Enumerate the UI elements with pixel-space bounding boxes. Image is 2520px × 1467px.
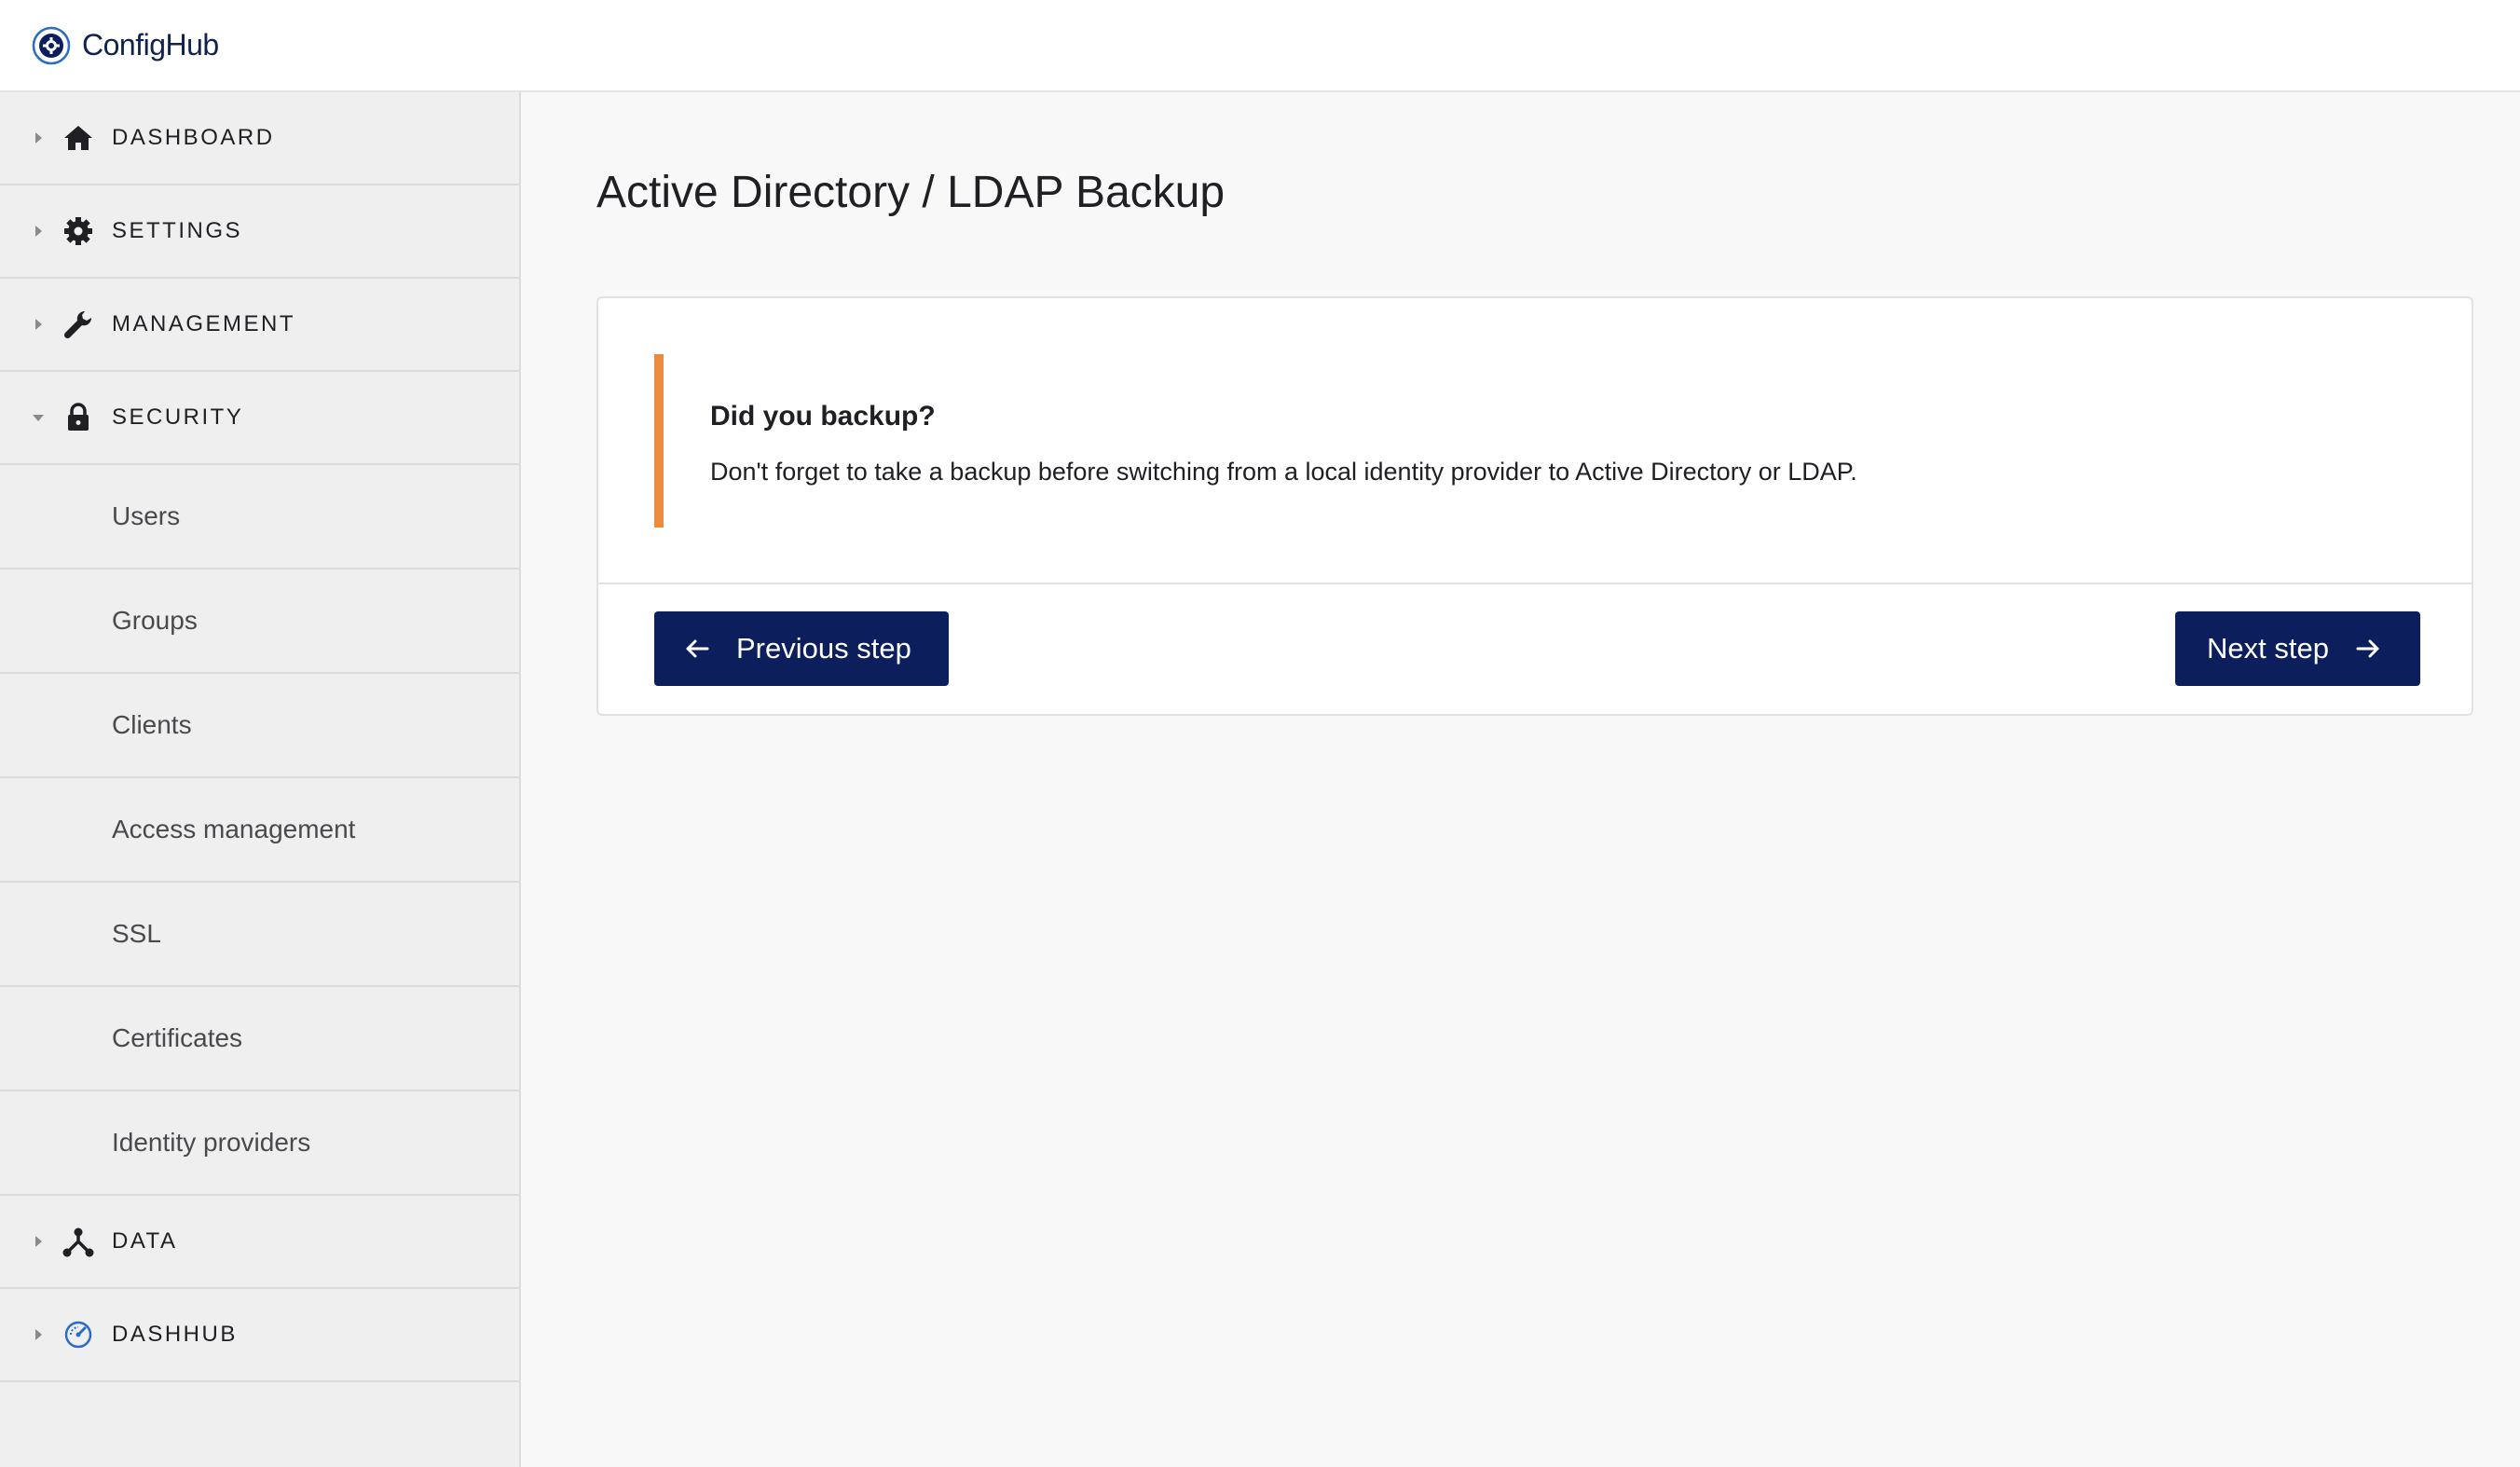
- confighub-logo-icon: [32, 26, 71, 64]
- sidebar-section-dashboard[interactable]: DASHBOARD: [0, 92, 519, 185]
- previous-step-label: Previous step: [736, 632, 911, 665]
- lock-icon: [62, 401, 95, 434]
- caret-right-icon: [32, 1325, 45, 1344]
- sidebar-section-data[interactable]: DATA: [0, 1196, 519, 1289]
- notice-title: Did you backup?: [710, 401, 936, 432]
- caret-right-icon: [32, 315, 45, 334]
- sidebar-section-settings[interactable]: SETTINGS: [0, 185, 519, 279]
- sidebar-section-security[interactable]: SECURITY: [0, 372, 519, 465]
- caret-down-icon: [32, 408, 45, 427]
- confighub-logo[interactable]: ConfigHub: [32, 26, 219, 65]
- sidebar-item-users[interactable]: Users: [0, 465, 519, 569]
- sidebar-item-identity-providers[interactable]: Identity providers: [0, 1091, 519, 1196]
- sidebar-section-label: DASHHUB: [112, 1322, 238, 1347]
- sidebar-section-label: MANAGEMENT: [112, 311, 296, 336]
- sidebar-section-label: DASHBOARD: [112, 125, 275, 150]
- wrench-icon: [62, 308, 95, 341]
- backup-notice: Did you backup? Don't forget to take a b…: [654, 354, 2416, 528]
- main-content: Active Directory / LDAP Backup Did you b…: [523, 92, 2520, 1467]
- notice-body: Don't forget to take a backup before swi…: [710, 458, 1857, 486]
- sidebar-item-groups[interactable]: Groups: [0, 569, 519, 674]
- sidebar-section-label: SETTINGS: [112, 218, 243, 243]
- sidebar-item-access-management[interactable]: Access management: [0, 778, 519, 883]
- sidebar-section-label: SECURITY: [112, 404, 244, 430]
- next-step-label: Next step: [2207, 632, 2329, 665]
- card-divider: [598, 583, 2472, 584]
- caret-right-icon: [32, 129, 45, 147]
- next-step-button[interactable]: Next step: [2175, 611, 2420, 686]
- caret-right-icon: [32, 1232, 45, 1251]
- gear-icon: [62, 214, 95, 248]
- dashhub-icon: [62, 1318, 95, 1351]
- logo-text: ConfigHub: [82, 28, 219, 62]
- logo-text-config: Config: [82, 28, 166, 62]
- wizard-card: Did you backup? Don't forget to take a b…: [596, 296, 2473, 716]
- data-fork-icon: [62, 1225, 95, 1258]
- sidebar-item-clients[interactable]: Clients: [0, 674, 519, 778]
- sidebar-item-certificates[interactable]: Certificates: [0, 987, 519, 1091]
- sidebar: DASHBOARD SETTINGS MANAGEMENT SECURITY U…: [0, 92, 521, 1467]
- sidebar-section-dashhub[interactable]: DASHHUB: [0, 1289, 519, 1382]
- top-bar: ConfigHub: [0, 0, 2520, 92]
- arrow-left-icon: [686, 639, 709, 658]
- logo-text-hub: Hub: [165, 28, 220, 62]
- arrow-right-icon: [2356, 639, 2379, 658]
- page-title: Active Directory / LDAP Backup: [596, 168, 1226, 217]
- sidebar-item-ssl[interactable]: SSL: [0, 883, 519, 987]
- previous-step-button[interactable]: Previous step: [654, 611, 949, 686]
- home-icon: [62, 121, 95, 155]
- caret-right-icon: [32, 222, 45, 240]
- sidebar-section-management[interactable]: MANAGEMENT: [0, 279, 519, 372]
- sidebar-section-label: DATA: [112, 1228, 178, 1254]
